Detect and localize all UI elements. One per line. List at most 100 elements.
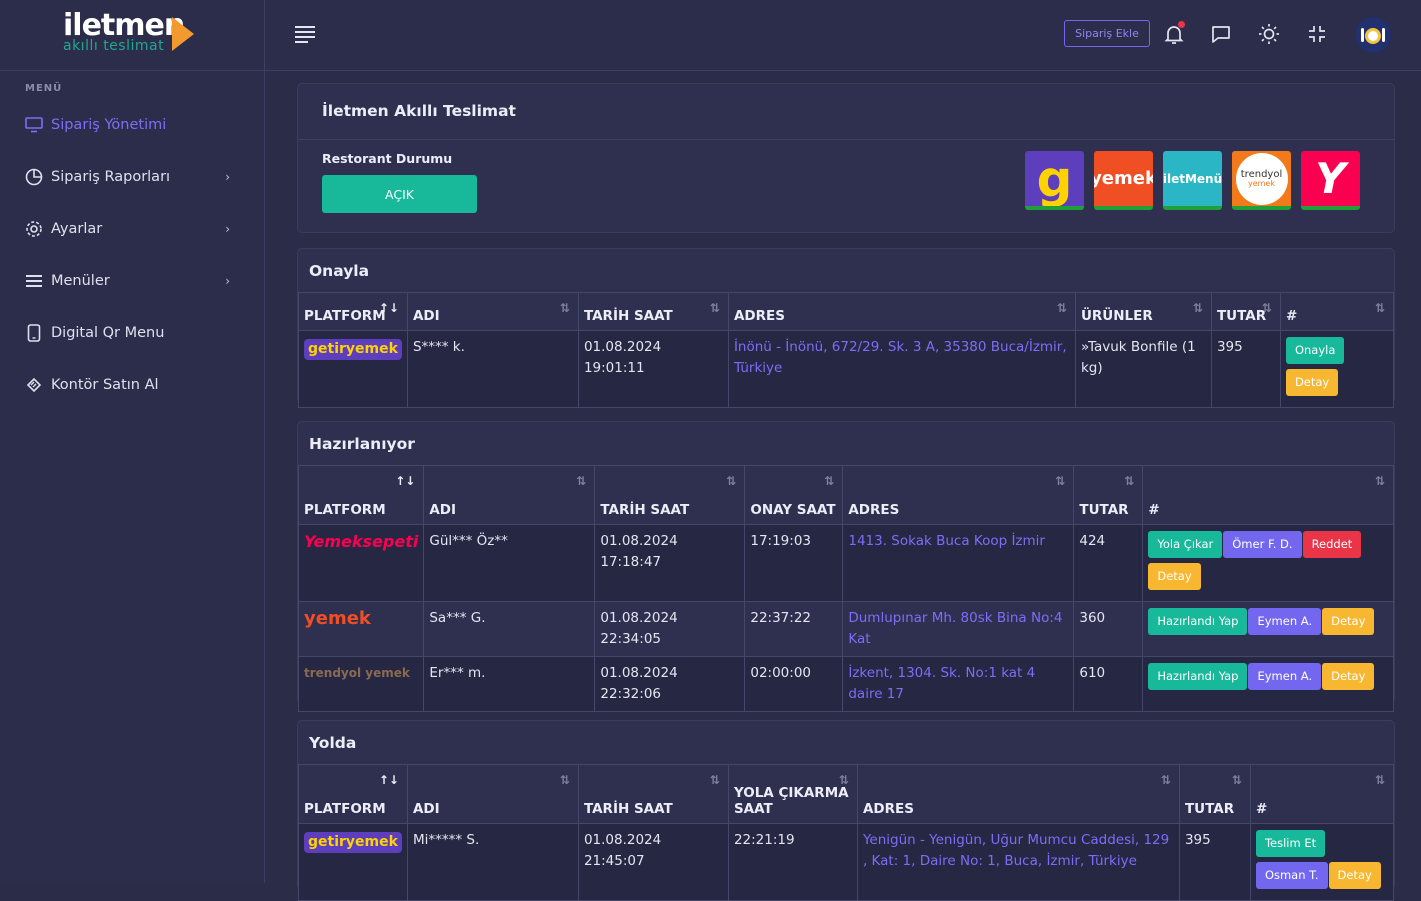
courier-button[interactable]: Eymen A. xyxy=(1248,663,1322,690)
courier-button[interactable]: Ömer F. D. xyxy=(1223,531,1302,558)
column-header-name[interactable]: ADI ⇅ xyxy=(406,764,579,824)
column-header-platform[interactable]: PLATFORM ↑↓ xyxy=(297,465,425,525)
menu-toggle-icon[interactable] xyxy=(295,26,315,43)
on-the-way-orders-table: PLATFORM ↑↓ ADI ⇅ TARİH SAAT ⇅ YOLA ÇIKARMA… xyxy=(298,764,1395,901)
mark-ready-button[interactable]: Hazırlandı Yap xyxy=(1148,608,1248,635)
reject-button[interactable]: Reddet xyxy=(1302,531,1362,558)
column-header-address[interactable]: ADRES ⇅ xyxy=(856,764,1180,824)
order-total: 395 xyxy=(1178,823,1251,901)
restaurant-status-label: Restorant Durumu xyxy=(322,151,453,166)
customer-name: Gül*** Öz** xyxy=(423,524,596,602)
approval-time: 22:37:22 xyxy=(744,601,844,657)
column-header-products[interactable]: ÜRÜNLER ⇅ xyxy=(1074,292,1212,331)
pie-chart-icon xyxy=(24,167,44,187)
table-row: trendyol yemek Er*** m. 01.08.2024 22:32… xyxy=(297,656,1394,712)
menu-heading: MENÜ xyxy=(25,83,63,94)
trendyol-yemek-logo[interactable]: trendyol yemek xyxy=(1232,151,1291,210)
preparing-orders-card: Hazırlanıyor PLATFORM ↑↓ ADI ⇅ TARİH SAAT ⇅… xyxy=(297,421,1395,712)
gear-icon xyxy=(24,219,44,239)
sidebar-item-digital-qr-menu[interactable]: Digital Qr Menu xyxy=(24,321,240,345)
column-header-platform[interactable]: PLATFORM ↑↓ xyxy=(298,764,408,824)
detail-button[interactable]: Detay xyxy=(1148,563,1201,590)
avatar[interactable] xyxy=(1355,17,1391,53)
column-header-name[interactable]: ADI ⇅ xyxy=(423,465,596,525)
platform-cell: trendyol yemek xyxy=(297,656,425,712)
approve-orders-table: PLATFORM ↑↓ ADI ⇅ TARİH SAAT ⇅ ADRES ⇅ ÜRÜNL… xyxy=(298,292,1395,408)
column-header-platform[interactable]: PLATFORM ↑↓ xyxy=(298,292,408,331)
customer-name: S**** k. xyxy=(406,330,579,408)
column-header-datetime[interactable]: TARİH SAAT ⇅ xyxy=(577,292,729,331)
sidebar-item-settings[interactable]: Ayarlar › xyxy=(24,217,240,241)
migros-yemek-logo[interactable]: yemek xyxy=(1094,151,1153,210)
sidebar-item-menus[interactable]: Menüler › xyxy=(24,269,240,293)
column-header-total[interactable]: TUTAR ⇅ xyxy=(1210,292,1281,331)
approve-orders-card: Onayla PLATFORM ↑↓ ADI ⇅ TARİH SAAT ⇅ ADRES… xyxy=(297,248,1395,408)
order-total: 360 xyxy=(1073,601,1144,657)
list-icon xyxy=(24,271,44,291)
detail-button[interactable]: Detay xyxy=(1322,608,1375,635)
courier-button[interactable]: Osman T. xyxy=(1255,862,1328,889)
minimize-icon[interactable] xyxy=(1305,22,1329,46)
brand-logo[interactable]: iletmen akıllı teslimat xyxy=(0,0,264,71)
platform-cell: getiryemek xyxy=(298,330,408,408)
table-header-row: PLATFORM ↑↓ ADI ⇅ TARİH SAAT ⇅ ONAY SAAT ⇅ A… xyxy=(297,465,1394,525)
column-header-actions[interactable]: # ⇅ xyxy=(1142,465,1394,525)
iletmenu-logo[interactable]: iletMenü xyxy=(1163,151,1222,210)
customer-name: Er*** m. xyxy=(423,656,596,712)
chevron-right-icon: › xyxy=(225,222,230,236)
restaurant-status-button[interactable]: AÇIK xyxy=(322,175,477,213)
courier-button[interactable]: Eymen A. xyxy=(1248,608,1322,635)
order-address[interactable]: İzkent, 1304. Sk. No:1 kat 4 daire 17 xyxy=(842,656,1075,712)
platform-logo: getiryemek xyxy=(304,832,402,853)
detail-button[interactable]: Detay xyxy=(1285,369,1339,396)
deliver-button[interactable]: Teslim Et xyxy=(1255,830,1326,857)
table-row: yemek Sa*** G. 01.08.2024 22:34:05 22:37… xyxy=(297,601,1394,657)
column-header-datetime[interactable]: TARİH SAAT ⇅ xyxy=(577,764,729,824)
order-address[interactable]: Dumlupınar Mh. 80sk Bina No:4 Kat xyxy=(842,601,1075,657)
column-header-actions[interactable]: # ⇅ xyxy=(1249,764,1395,824)
on-the-way-section-title: Yolda xyxy=(309,734,357,752)
platform-logo: yemek xyxy=(304,608,371,629)
column-header-approval-time[interactable]: ONAY SAAT ⇅ xyxy=(744,465,844,525)
getir-logo[interactable]: g xyxy=(1025,151,1084,210)
column-header-dispatch-time[interactable]: YOLA ÇIKARMA SAAT ⇅ xyxy=(727,764,858,824)
table-header-row: PLATFORM ↑↓ ADI ⇅ TARİH SAAT ⇅ ADRES ⇅ ÜRÜNL… xyxy=(298,292,1395,331)
column-header-total[interactable]: TUTAR ⇅ xyxy=(1178,764,1251,824)
yemeksepeti-logo[interactable]: Y xyxy=(1301,151,1360,210)
sidebar-item-buy-credits[interactable]: Kontör Satın Al xyxy=(24,373,240,397)
order-address[interactable]: Yenigün - Yenigün, Uğur Mumcu Caddesi, 1… xyxy=(856,823,1180,901)
sidebar-item-label: Menüler xyxy=(51,273,110,289)
chat-icon[interactable] xyxy=(1209,22,1233,46)
detail-button[interactable]: Detay xyxy=(1322,663,1375,690)
column-header-address[interactable]: ADRES ⇅ xyxy=(842,465,1075,525)
mark-ready-button[interactable]: Hazırlandı Yap xyxy=(1148,663,1248,690)
order-datetime: 01.08.2024 21:45:07 xyxy=(577,823,729,901)
detail-button[interactable]: Detay xyxy=(1328,862,1381,889)
order-total: 610 xyxy=(1073,656,1144,712)
order-datetime: 01.08.2024 22:34:05 xyxy=(594,601,746,657)
restaurant-card: İletmen Akıllı Teslimat Restorant Durumu… xyxy=(297,83,1395,233)
add-order-button[interactable]: Sipariş Ekle xyxy=(1064,20,1150,47)
column-header-address[interactable]: ADRES ⇅ xyxy=(727,292,1076,331)
column-header-name[interactable]: ADI ⇅ xyxy=(406,292,579,331)
tablet-icon xyxy=(24,323,44,343)
table-row: getiryemek Mi***** S. 01.08.2024 21:45:0… xyxy=(298,823,1395,901)
order-address[interactable]: İnönü - İnönü, 672/29. Sk. 3 A, 35380 Bu… xyxy=(727,330,1076,408)
approve-button[interactable]: Onayla xyxy=(1285,337,1345,364)
bell-icon[interactable] xyxy=(1162,21,1186,46)
order-total: 424 xyxy=(1073,524,1144,602)
sidebar-item-label: Sipariş Yönetimi xyxy=(51,117,167,133)
order-address[interactable]: 1413. Sokak Buca Koop İzmir xyxy=(842,524,1075,602)
approval-time: 17:19:03 xyxy=(744,524,844,602)
preparing-section-title: Hazırlanıyor xyxy=(309,435,415,453)
sidebar-item-order-reports[interactable]: Sipariş Raporları › xyxy=(24,165,240,189)
order-items: »Tavuk Bonfile (1 kg) xyxy=(1074,330,1212,408)
sidebar-item-label: Digital Qr Menu xyxy=(51,325,165,341)
dispatch-button[interactable]: Yola Çıkar xyxy=(1148,531,1223,558)
sidebar-item-order-management[interactable]: Sipariş Yönetimi xyxy=(24,113,240,137)
sun-icon[interactable] xyxy=(1257,22,1281,46)
actions-cell: Onayla Detay xyxy=(1279,330,1395,408)
column-header-datetime[interactable]: TARİH SAAT ⇅ xyxy=(594,465,746,525)
column-header-total[interactable]: TUTAR ⇅ xyxy=(1073,465,1144,525)
column-header-actions[interactable]: # ⇅ xyxy=(1279,292,1395,331)
